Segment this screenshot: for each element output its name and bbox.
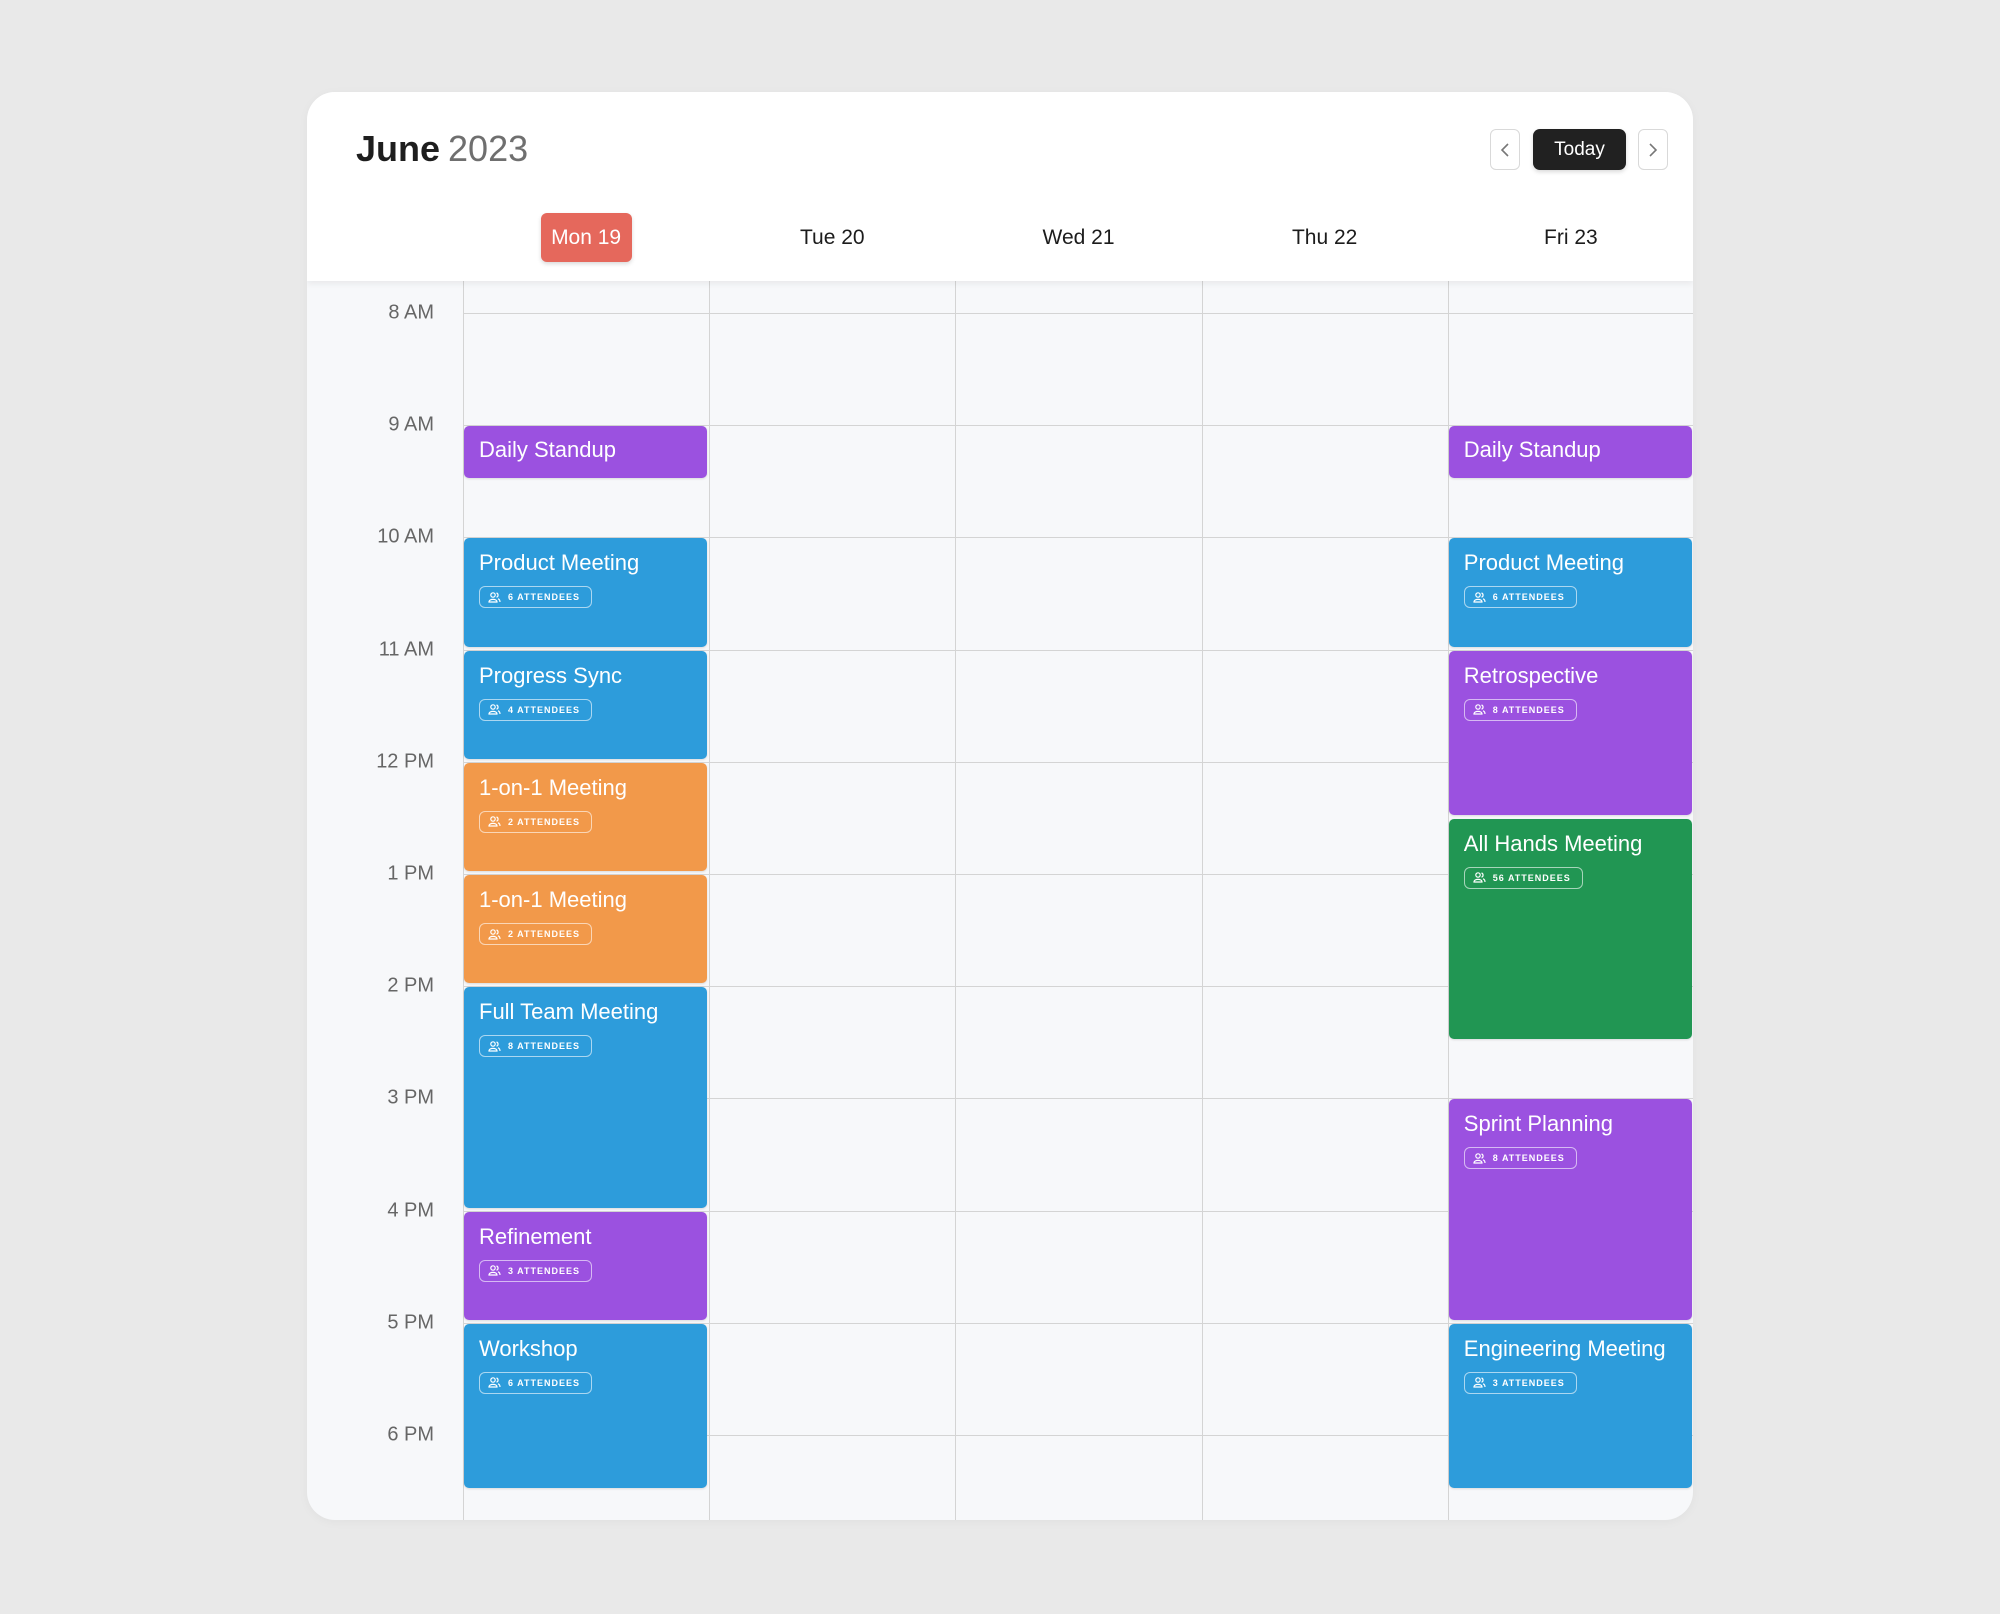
attendees-count: 8 ATTENDEES (508, 1041, 581, 1052)
attendees-icon (1473, 1153, 1486, 1164)
today-button[interactable]: Today (1533, 129, 1626, 170)
day-header-0[interactable]: Mon 19 (540, 213, 632, 262)
attendees-count: 6 ATTENDEES (508, 592, 581, 603)
day-header-1[interactable]: Tue 20 (762, 213, 902, 262)
attendees-badge: 8 ATTENDEES (1463, 1147, 1577, 1170)
hour-label: 10 AM (377, 525, 434, 548)
hour-label: 9 AM (388, 413, 434, 436)
calendar-event[interactable]: Retrospective 8 ATTENDEES (1448, 650, 1692, 815)
event-title: Refinement (479, 1223, 592, 1249)
event-title: Product Meeting (479, 550, 640, 576)
hour-label: 11 AM (378, 638, 434, 661)
hour-label: 12 PM (376, 750, 434, 773)
attendees-icon (1473, 1377, 1486, 1388)
event-title: Engineering Meeting (1463, 1335, 1666, 1361)
calendar-event[interactable]: Product Meeting 6 ATTENDEES (1448, 538, 1692, 647)
attendees-badge: 56 ATTENDEES (1463, 866, 1583, 889)
attendees-badge: 3 ATTENDEES (1463, 1371, 1577, 1394)
attendees-badge: 6 ATTENDEES (1463, 586, 1577, 609)
hour-label: 8 AM (388, 301, 434, 324)
calendar-event[interactable]: Refinement 3 ATTENDEES (464, 1211, 708, 1320)
calendar-header: June 2023 Today Mon 19 Tue 20 Wed 21 Thu 22 F… (307, 92, 1693, 281)
calendar-event[interactable]: Engineering Meeting 3 ATTENDEES (1448, 1323, 1692, 1489)
attendees-badge: 4 ATTENDEES (479, 698, 593, 721)
calendar-event[interactable]: Daily Standup (464, 426, 708, 479)
chevron-right-icon (1649, 142, 1658, 157)
calendar-event[interactable]: All Hands Meeting 56 ATTENDEES (1448, 818, 1692, 1040)
hour-label: 4 PM (387, 1199, 434, 1222)
hour-label: 1 PM (387, 862, 434, 885)
event-title: Sprint Planning (1463, 1111, 1614, 1137)
attendees-count: 2 ATTENDEES (508, 929, 581, 939)
event-title: 1-on-1 Meeting (479, 774, 627, 800)
attendees-icon (1473, 704, 1486, 715)
event-title: Daily Standup (1463, 437, 1601, 463)
attendees-badge: 8 ATTENDEES (1463, 698, 1577, 721)
hour-label: 3 PM (387, 1086, 434, 1109)
hour-label: 6 PM (387, 1423, 434, 1446)
event-title: 1-on-1 Meeting (479, 887, 627, 912)
calendar-event[interactable]: Sprint Planning 8 ATTENDEES (1448, 1099, 1692, 1320)
next-week-button[interactable] (1638, 129, 1668, 170)
attendees-icon (488, 704, 501, 715)
attendees-count: 3 ATTENDEES (508, 1265, 581, 1276)
event-title: Retrospective (1463, 662, 1599, 688)
attendees-count: 4 ATTENDEES (508, 704, 581, 715)
attendees-count: 3 ATTENDEES (1492, 1377, 1565, 1388)
event-title: Workshop (479, 1335, 578, 1361)
day-header-3[interactable]: Thu 22 (1255, 213, 1395, 262)
week-grid: 8 AM 9 AM 10 AM 11 AM 12 PM 1 PM 2 PM 3 PM 4 PM 5… (307, 281, 1693, 1520)
day-header-2[interactable]: Wed 21 (1009, 213, 1149, 262)
month-label: June (356, 128, 441, 169)
attendees-count: 6 ATTENDEES (508, 1377, 581, 1388)
attendees-count: 2 ATTENDEES (508, 816, 581, 827)
attendees-badge: 6 ATTENDEES (479, 586, 593, 609)
hour-label: 5 PM (387, 1311, 434, 1334)
day-header-4[interactable]: Fri 23 (1501, 213, 1641, 262)
column-divider (709, 281, 711, 1520)
column-divider (955, 281, 957, 1520)
event-title: Progress Sync (479, 662, 623, 688)
column-divider (1201, 281, 1203, 1520)
event-title: Full Team Meeting (479, 999, 659, 1025)
attendees-count: 6 ATTENDEES (1492, 592, 1565, 603)
attendees-icon (1473, 592, 1486, 603)
year-label: 2023 (448, 128, 529, 169)
attendees-badge: 6 ATTENDEES (479, 1371, 593, 1394)
event-title: All Hands Meeting (1463, 830, 1643, 856)
attendees-badge: 8 ATTENDEES (479, 1035, 593, 1058)
attendees-count: 8 ATTENDEES (1492, 1153, 1565, 1164)
hour-label: 2 PM (387, 974, 434, 997)
attendees-icon (488, 1040, 501, 1052)
attendees-icon (488, 592, 501, 603)
calendar-event[interactable]: Full Team Meeting 8 ATTENDEES (464, 987, 708, 1208)
attendees-icon (488, 1377, 501, 1388)
attendees-count: 56 ATTENDEES (1492, 872, 1571, 883)
event-title: Daily Standup (479, 437, 616, 463)
page-title: June 2023 (356, 128, 528, 170)
attendees-icon (1473, 872, 1486, 883)
hour-line (463, 313, 1693, 314)
attendees-badge: 3 ATTENDEES (479, 1259, 593, 1282)
calendar-event[interactable]: Progress Sync 4 ATTENDEES (464, 650, 708, 759)
attendees-badge: 2 ATTENDEES (479, 923, 593, 945)
attendees-badge: 2 ATTENDEES (479, 810, 593, 833)
calendar-event[interactable]: 1-on-1 Meeting 2 ATTENDEES (464, 762, 708, 871)
calendar-event[interactable]: Daily Standup (1448, 426, 1692, 479)
calendar-card: June 2023 Today Mon 19 Tue 20 Wed 21 Thu 22 F… (307, 92, 1693, 1520)
calendar-event[interactable]: 1-on-1 Meeting 2 ATTENDEES (464, 875, 708, 984)
calendar-event[interactable]: Product Meeting 6 ATTENDEES (464, 538, 708, 647)
event-title: Product Meeting (1463, 550, 1624, 576)
prev-week-button[interactable] (1490, 129, 1520, 170)
attendees-count: 8 ATTENDEES (1492, 704, 1565, 715)
calendar-event[interactable]: Workshop 6 ATTENDEES (464, 1323, 708, 1489)
attendees-icon (488, 1265, 501, 1276)
attendees-icon (488, 816, 501, 827)
attendees-icon (488, 928, 501, 940)
chevron-left-icon (1500, 142, 1509, 157)
